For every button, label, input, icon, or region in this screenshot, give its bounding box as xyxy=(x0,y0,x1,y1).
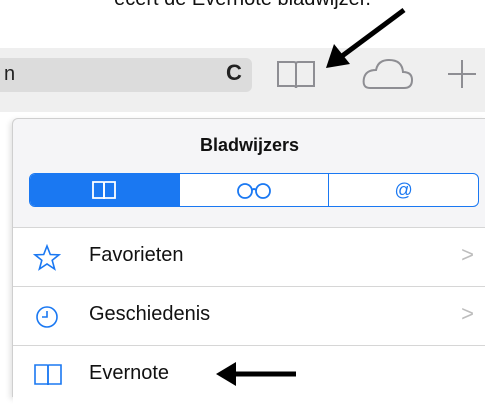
list-item-geschiedenis[interactable]: Geschiedenis > xyxy=(13,286,485,345)
reading-list-icon xyxy=(237,183,271,199)
annotation-arrow xyxy=(216,362,296,386)
popover-title: Bladwijzers xyxy=(199,135,300,155)
tab-shared-links[interactable]: @ xyxy=(328,174,478,206)
list-item-label: Geschiedenis xyxy=(89,303,211,325)
at-icon: @ xyxy=(394,179,413,200)
book-icon xyxy=(34,364,62,386)
bookmarks-icon[interactable] xyxy=(272,54,320,94)
plus-icon[interactable] xyxy=(444,54,480,94)
address-text: n xyxy=(4,63,16,85)
tab-bookmarks[interactable] xyxy=(30,174,179,206)
chevron-right-icon: > xyxy=(461,301,474,326)
list-item-favorieten[interactable]: Favorieten > xyxy=(13,227,485,286)
instruction-caption: ecert de Evernote bladwijzer. xyxy=(0,0,485,11)
list-item-label: Evernote xyxy=(89,362,170,384)
bookmarks-popover: Bladwijzers @ Favorieten > Geschiedenis … xyxy=(12,118,485,404)
address-bar[interactable]: n C xyxy=(0,58,252,92)
clock-icon xyxy=(36,306,58,328)
chevron-right-icon: > xyxy=(461,242,474,267)
bookmarks-segmented-control: @ xyxy=(29,173,479,207)
star-icon xyxy=(33,244,61,271)
annotation-arrow xyxy=(326,7,406,68)
book-icon xyxy=(92,181,117,200)
list-item-label: Favorieten xyxy=(89,244,184,266)
tab-reading-list[interactable] xyxy=(178,174,329,206)
reload-icon[interactable]: C xyxy=(226,60,242,86)
